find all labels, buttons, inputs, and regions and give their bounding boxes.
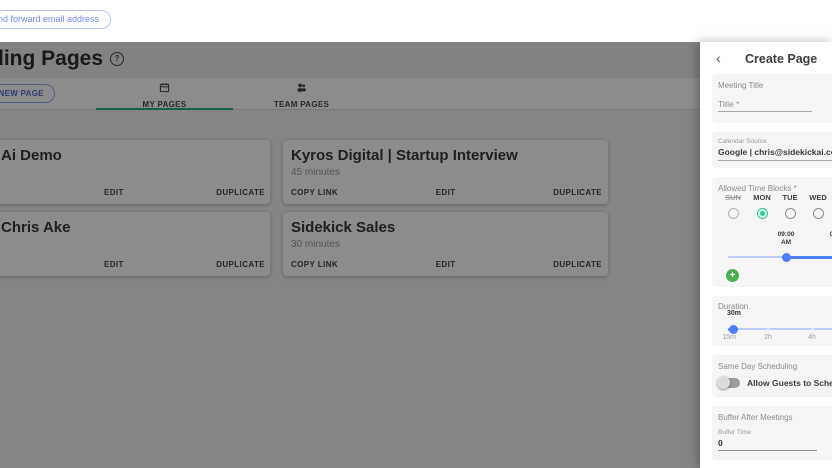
- time-range-slider[interactable]: [728, 252, 832, 262]
- drawer-title: Create Page: [745, 52, 818, 66]
- day-column-tue: TUE: [776, 193, 804, 219]
- duration-section: Duration 30m 15m 2h 4h: [712, 296, 832, 346]
- duration-value: 30m: [726, 310, 741, 317]
- day-column-sun: SUN: [719, 193, 747, 219]
- same-day-toggle-label: Allow Guests to Schedule on: [747, 378, 832, 388]
- calendar-source-select[interactable]: Google | chris@sidekickai.com: [718, 147, 832, 161]
- day-column-mon: MON: [748, 193, 776, 219]
- same-day-label: Same Day Scheduling: [718, 362, 798, 371]
- back-icon[interactable]: ‹: [716, 51, 721, 65]
- allowed-time-blocks-section: Allowed Time Blocks * SUN MON TUE WED 09…: [712, 177, 832, 287]
- duration-slider[interactable]: [728, 324, 832, 334]
- start-time-value: 09:00 AM: [777, 231, 795, 246]
- duration-tick-label: 4h: [808, 334, 816, 341]
- day-label: MON: [753, 193, 771, 202]
- duration-slider-thumb[interactable]: [728, 324, 738, 334]
- buffer-time-label: Buffer Time: [718, 429, 752, 436]
- add-time-block-button[interactable]: +: [726, 269, 739, 282]
- slider-tick: [811, 327, 814, 331]
- day-radio-sun[interactable]: [727, 208, 739, 219]
- day-radio-tue[interactable]: [784, 208, 796, 219]
- duration-tick-label: 15m: [722, 334, 736, 341]
- create-page-drawer: ‹ Create Page Meeting Title Calendar Sou…: [700, 42, 832, 468]
- duration-tick-label: 2h: [764, 334, 772, 341]
- day-label: WED: [809, 193, 827, 202]
- buffer-time-input[interactable]: [718, 438, 817, 451]
- day-radio-wed[interactable]: [812, 208, 824, 219]
- slider-tick: [767, 327, 770, 331]
- calendar-source-section: Calendar Source Google | chris@sidekicka…: [712, 132, 832, 168]
- drawer-header: ‹ Create Page: [700, 42, 832, 74]
- topbar: nd forward email address: [0, 0, 832, 42]
- title-input[interactable]: [718, 99, 812, 112]
- time-slider-thumb[interactable]: [781, 252, 791, 262]
- time-blocks-label: Allowed Time Blocks *: [718, 184, 797, 193]
- day-radio-mon[interactable]: [756, 208, 768, 219]
- end-time-value: 05:00 PM: [829, 231, 832, 238]
- calendar-source-label: Calendar Source: [718, 138, 767, 145]
- day-label: SUN: [725, 193, 741, 202]
- meeting-title-section: Meeting Title: [712, 74, 832, 123]
- day-column-wed: WED: [804, 193, 832, 219]
- time-range-fill: [786, 255, 832, 259]
- same-day-toggle[interactable]: [717, 376, 740, 389]
- buffer-after-meetings-section: Buffer After Meetings Buffer Time: [712, 406, 832, 460]
- same-day-scheduling-section: Same Day Scheduling Allow Guests to Sche…: [712, 355, 832, 397]
- day-label: TUE: [782, 193, 798, 202]
- forward-email-button[interactable]: nd forward email address: [0, 10, 112, 29]
- buffer-label: Buffer After Meetings: [718, 413, 793, 422]
- meeting-title-label: Meeting Title: [718, 81, 764, 90]
